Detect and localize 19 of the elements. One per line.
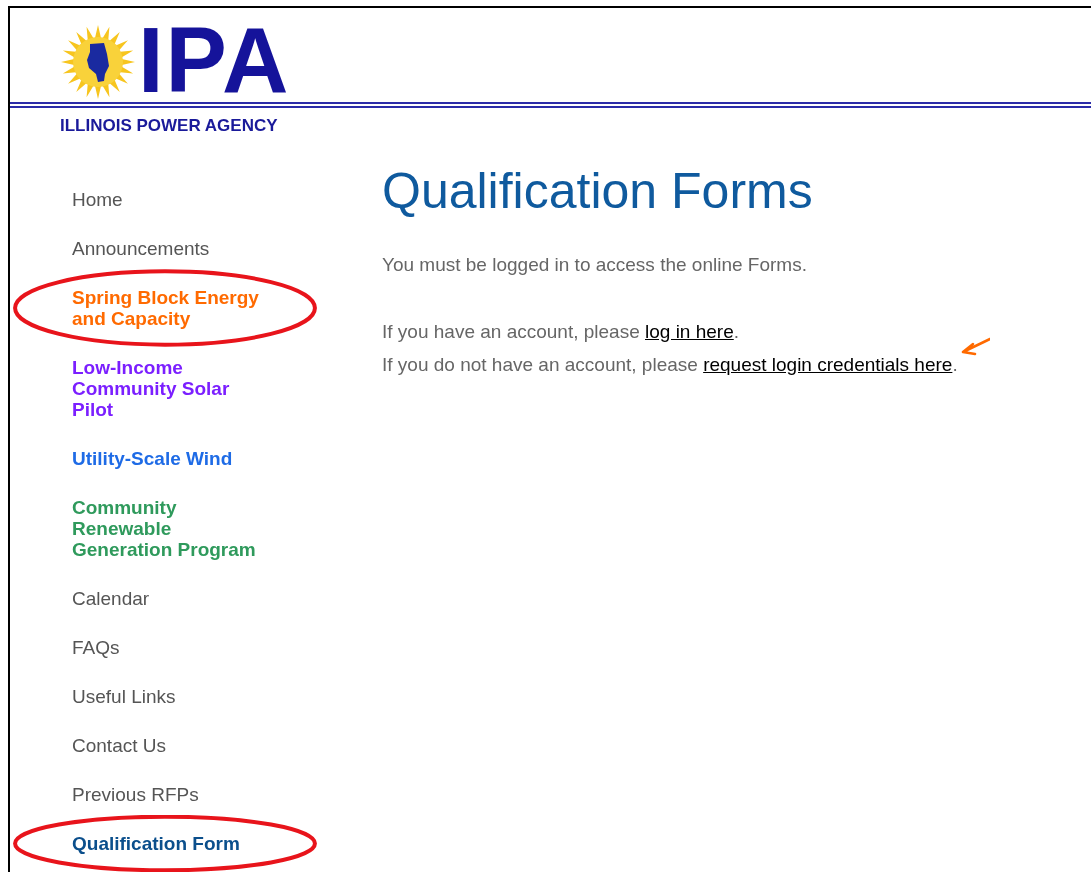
nav-link[interactable]: Home bbox=[72, 188, 268, 210]
page-title: Qualification Forms bbox=[382, 161, 813, 221]
text-link[interactable]: request login credentials here bbox=[703, 354, 953, 375]
logo-text: IPA bbox=[138, 20, 291, 100]
nav-link[interactable]: Useful Links bbox=[72, 685, 268, 707]
nav-link[interactable]: Low-Income Community Solar Pilot bbox=[72, 356, 268, 420]
account-instruction: If you have an account, please log in here. bbox=[382, 320, 740, 344]
nav-link[interactable]: Contact Us bbox=[72, 734, 268, 756]
nav-link[interactable]: Calendar bbox=[72, 587, 268, 609]
account-instruction: If you do not have an account, please request login credentials here. bbox=[382, 353, 958, 377]
nav-link[interactable]: Previous RFPs bbox=[72, 783, 268, 805]
agency-name: ILLINOIS POWER AGENCY bbox=[60, 115, 278, 137]
nav-link[interactable]: Community Renewable Generation Program bbox=[72, 496, 268, 560]
nav-link[interactable]: Announcements bbox=[72, 237, 268, 259]
nav-link[interactable]: FAQs bbox=[72, 636, 268, 658]
sun-logo-icon bbox=[60, 24, 136, 100]
text-link[interactable]: log in here bbox=[645, 321, 734, 342]
nav-link[interactable]: Utility-Scale Wind bbox=[72, 447, 268, 469]
login-notice: You must be logged in to access the online Forms. bbox=[382, 252, 807, 277]
